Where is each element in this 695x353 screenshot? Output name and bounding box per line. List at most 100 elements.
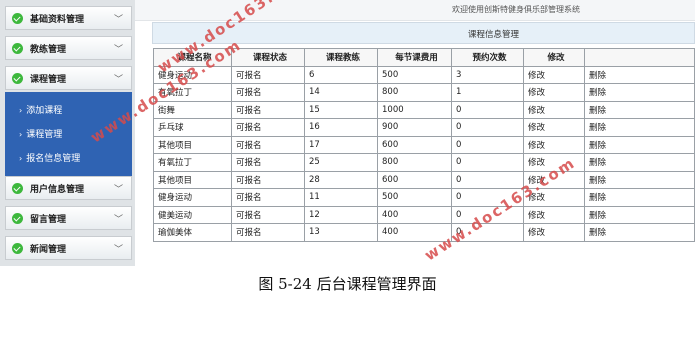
sidebar-section-label: 留言管理 bbox=[30, 215, 67, 225]
cell-fee: 1000 bbox=[377, 100, 452, 119]
table-row: 健身运动 可报名 6 500 3 修改 删除 bbox=[153, 65, 695, 84]
cell-coach: 28 bbox=[304, 170, 378, 189]
panel-title: 课程信息管理 bbox=[468, 30, 520, 40]
cell-course-name: 其他项目 bbox=[153, 170, 232, 189]
submenu-item-signup-manage[interactable]: › 报名信息管理 bbox=[19, 151, 80, 164]
check-circle-icon bbox=[12, 183, 23, 194]
cell-course-name: 有氧拉丁 bbox=[153, 153, 232, 172]
sidebar-section-course[interactable]: 课程管理 ﹀ bbox=[5, 66, 132, 90]
cell-fee: 600 bbox=[377, 170, 452, 189]
table-row: 健美运动 可报名 12 400 0 修改 删除 bbox=[153, 205, 695, 224]
delete-link[interactable]: 删除 bbox=[584, 118, 695, 137]
delete-link[interactable]: 删除 bbox=[584, 65, 695, 84]
table-row: 瑜伽美体 可报名 13 400 0 修改 删除 bbox=[153, 223, 695, 242]
sidebar-section-user-info[interactable]: 用户信息管理 ﹀ bbox=[5, 176, 132, 200]
cell-status: 可报名 bbox=[231, 118, 305, 137]
cell-coach: 25 bbox=[304, 153, 378, 172]
sidebar-section-label: 基础资料管理 bbox=[30, 15, 85, 25]
chevron-down-icon[interactable]: ﹀ bbox=[114, 12, 123, 25]
delete-link[interactable]: 删除 bbox=[584, 223, 695, 242]
sidebar-section-news[interactable]: 新闻管理 ﹀ bbox=[5, 236, 132, 260]
edit-link[interactable]: 修改 bbox=[523, 118, 585, 137]
welcome-text: 欢迎使用创斯特健身俱乐部管理系统 bbox=[452, 5, 580, 14]
edit-link[interactable]: 修改 bbox=[523, 223, 585, 242]
cell-fee: 600 bbox=[377, 135, 452, 154]
chevron-down-icon[interactable]: ﹀ bbox=[114, 212, 123, 225]
cell-coach: 6 bbox=[304, 65, 378, 84]
cell-status: 可报名 bbox=[231, 83, 305, 102]
table-row: 街舞 可报名 15 1000 0 修改 删除 bbox=[153, 100, 695, 119]
sidebar-section-basic-data[interactable]: 基础资料管理 ﹀ bbox=[5, 6, 132, 30]
cell-status: 可报名 bbox=[231, 153, 305, 172]
cell-bookings: 0 bbox=[451, 153, 524, 172]
delete-link[interactable]: 删除 bbox=[584, 153, 695, 172]
chevron-down-icon[interactable]: ﹀ bbox=[114, 72, 123, 85]
cell-coach: 17 bbox=[304, 135, 378, 154]
delete-link[interactable]: 删除 bbox=[584, 170, 695, 189]
sidebar-section-label: 课程管理 bbox=[30, 75, 67, 85]
cell-course-name: 健美运动 bbox=[153, 205, 232, 224]
cell-bookings: 0 bbox=[451, 170, 524, 189]
cell-coach: 15 bbox=[304, 100, 378, 119]
check-circle-icon bbox=[12, 213, 23, 224]
cell-coach: 12 bbox=[304, 205, 378, 224]
chevron-down-icon[interactable]: ﹀ bbox=[114, 42, 123, 55]
cell-bookings: 3 bbox=[451, 65, 524, 84]
check-circle-icon bbox=[12, 43, 23, 54]
delete-link[interactable]: 删除 bbox=[584, 100, 695, 119]
check-circle-icon bbox=[12, 73, 23, 84]
screenshot: 基础资料管理 ﹀ 教练管理 ﹀ 课程管理 ﹀ › 添加课程 › 课程管理 › 报名信息… bbox=[0, 0, 695, 266]
table-row: 有氧拉丁 可报名 25 800 0 修改 删除 bbox=[153, 153, 695, 172]
column-header: 课程教练 bbox=[304, 48, 378, 67]
table-row: 其他项目 可报名 17 600 0 修改 删除 bbox=[153, 135, 695, 154]
sidebar-section-coach[interactable]: 教练管理 ﹀ bbox=[5, 36, 132, 60]
figure-caption: 图 5-24 后台课程管理界面 bbox=[258, 275, 437, 293]
cell-fee: 800 bbox=[377, 83, 452, 102]
sidebar-section-label: 教练管理 bbox=[30, 45, 67, 55]
cell-bookings: 1 bbox=[451, 83, 524, 102]
course-table: 课程名称 课程状态 课程教练 每节课费用 预约次数 修改 健身运动 可报名 6 … bbox=[153, 48, 695, 242]
cell-course-name: 乒乓球 bbox=[153, 118, 232, 137]
sidebar-section-label: 用户信息管理 bbox=[30, 185, 85, 195]
cell-status: 可报名 bbox=[231, 205, 305, 224]
cell-status: 可报名 bbox=[231, 188, 305, 207]
cell-coach: 13 bbox=[304, 223, 378, 242]
edit-link[interactable]: 修改 bbox=[523, 205, 585, 224]
cell-coach: 14 bbox=[304, 83, 378, 102]
table-row: 健身运动 可报名 11 500 0 修改 删除 bbox=[153, 188, 695, 207]
cell-course-name: 健身运动 bbox=[153, 188, 232, 207]
sidebar-section-label: 新闻管理 bbox=[30, 245, 67, 255]
cell-status: 可报名 bbox=[231, 135, 305, 154]
table-row: 有氧拉丁 可报名 14 800 1 修改 删除 bbox=[153, 83, 695, 102]
chevron-right-icon: › bbox=[19, 106, 23, 115]
table-row: 乒乓球 可报名 16 900 0 修改 删除 bbox=[153, 118, 695, 137]
table-row: 其他项目 可报名 28 600 0 修改 删除 bbox=[153, 170, 695, 189]
delete-link[interactable]: 删除 bbox=[584, 205, 695, 224]
cell-status: 可报名 bbox=[231, 65, 305, 84]
check-circle-icon bbox=[12, 13, 23, 24]
cell-bookings: 0 bbox=[451, 135, 524, 154]
cell-status: 可报名 bbox=[231, 223, 305, 242]
chevron-right-icon: › bbox=[19, 154, 23, 163]
cell-fee: 500 bbox=[377, 188, 452, 207]
column-header: 修改 bbox=[523, 48, 585, 67]
edit-link[interactable]: 修改 bbox=[523, 65, 585, 84]
edit-link[interactable]: 修改 bbox=[523, 83, 585, 102]
cell-course-name: 瑜伽美体 bbox=[153, 223, 232, 242]
cell-coach: 11 bbox=[304, 188, 378, 207]
cell-fee: 500 bbox=[377, 65, 452, 84]
edit-link[interactable]: 修改 bbox=[523, 135, 585, 154]
delete-link[interactable]: 删除 bbox=[584, 135, 695, 154]
column-header: 每节课费用 bbox=[377, 48, 452, 67]
cell-fee: 900 bbox=[377, 118, 452, 137]
chevron-down-icon[interactable]: ﹀ bbox=[114, 182, 123, 195]
cell-status: 可报名 bbox=[231, 170, 305, 189]
delete-link[interactable]: 删除 bbox=[584, 188, 695, 207]
sidebar-section-messages[interactable]: 留言管理 ﹀ bbox=[5, 206, 132, 230]
check-circle-icon bbox=[12, 243, 23, 254]
edit-link[interactable]: 修改 bbox=[523, 100, 585, 119]
submenu-item-course-manage[interactable]: › 课程管理 bbox=[19, 127, 62, 140]
delete-link[interactable]: 删除 bbox=[584, 83, 695, 102]
chevron-down-icon[interactable]: ﹀ bbox=[114, 242, 123, 255]
submenu-item-add-course[interactable]: › 添加课程 bbox=[19, 103, 62, 116]
